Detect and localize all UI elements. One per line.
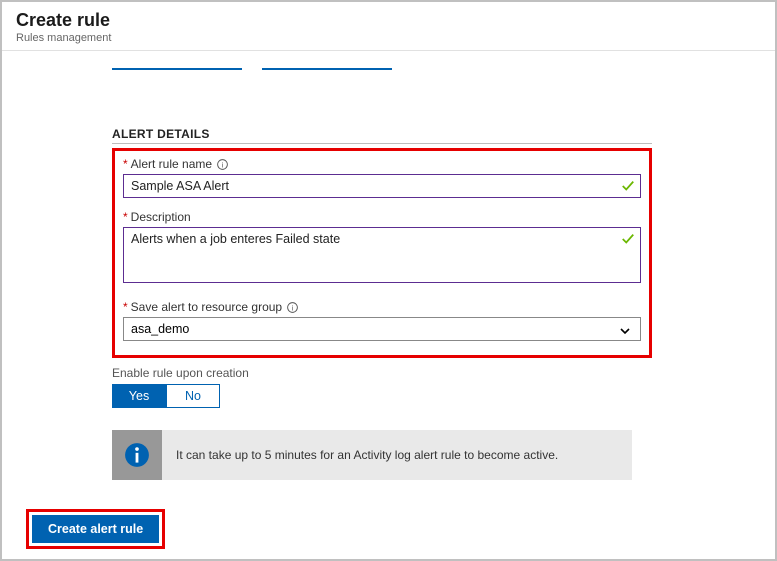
section-heading: ALERT DETAILS bbox=[112, 127, 652, 144]
info-circle-icon bbox=[112, 430, 162, 480]
description-label: *Description bbox=[123, 210, 641, 224]
valid-check-icon bbox=[621, 179, 635, 193]
alert-rule-name-label: *Alert rule name i bbox=[123, 157, 641, 171]
enable-yes-button[interactable]: Yes bbox=[112, 384, 166, 408]
info-banner-text: It can take up to 5 minutes for an Activ… bbox=[162, 448, 572, 462]
page-title: Create rule bbox=[16, 10, 761, 31]
previous-section-tabs bbox=[112, 57, 775, 75]
footer-actions: Create alert rule bbox=[26, 509, 165, 549]
alert-details-section: ALERT DETAILS *Alert rule name i *Descri… bbox=[112, 127, 652, 358]
enable-no-button[interactable]: No bbox=[166, 384, 220, 408]
page-subtitle: Rules management bbox=[16, 32, 761, 44]
alert-details-highlight: *Alert rule name i *Description bbox=[112, 148, 652, 358]
info-icon[interactable]: i bbox=[217, 159, 228, 170]
svg-text:i: i bbox=[292, 304, 294, 313]
blade-header: Create rule Rules management bbox=[2, 2, 775, 51]
svg-text:i: i bbox=[222, 161, 224, 170]
enable-rule-label: Enable rule upon creation bbox=[112, 366, 775, 380]
valid-check-icon bbox=[621, 232, 635, 246]
resource-group-label: *Save alert to resource group i bbox=[123, 300, 641, 314]
alert-rule-name-input[interactable] bbox=[123, 174, 641, 198]
info-icon[interactable]: i bbox=[287, 302, 298, 313]
enable-rule-toggle: Yes No bbox=[112, 384, 775, 408]
create-button-highlight: Create alert rule bbox=[26, 509, 165, 549]
resource-group-select[interactable]: asa_demo bbox=[123, 317, 641, 341]
resource-group-field: *Save alert to resource group i asa_demo bbox=[123, 300, 641, 341]
description-field: *Description bbox=[123, 210, 641, 288]
alert-rule-name-field: *Alert rule name i bbox=[123, 157, 641, 198]
info-banner: It can take up to 5 minutes for an Activ… bbox=[112, 430, 632, 480]
description-input[interactable] bbox=[123, 227, 641, 283]
create-alert-rule-button[interactable]: Create alert rule bbox=[32, 515, 159, 543]
